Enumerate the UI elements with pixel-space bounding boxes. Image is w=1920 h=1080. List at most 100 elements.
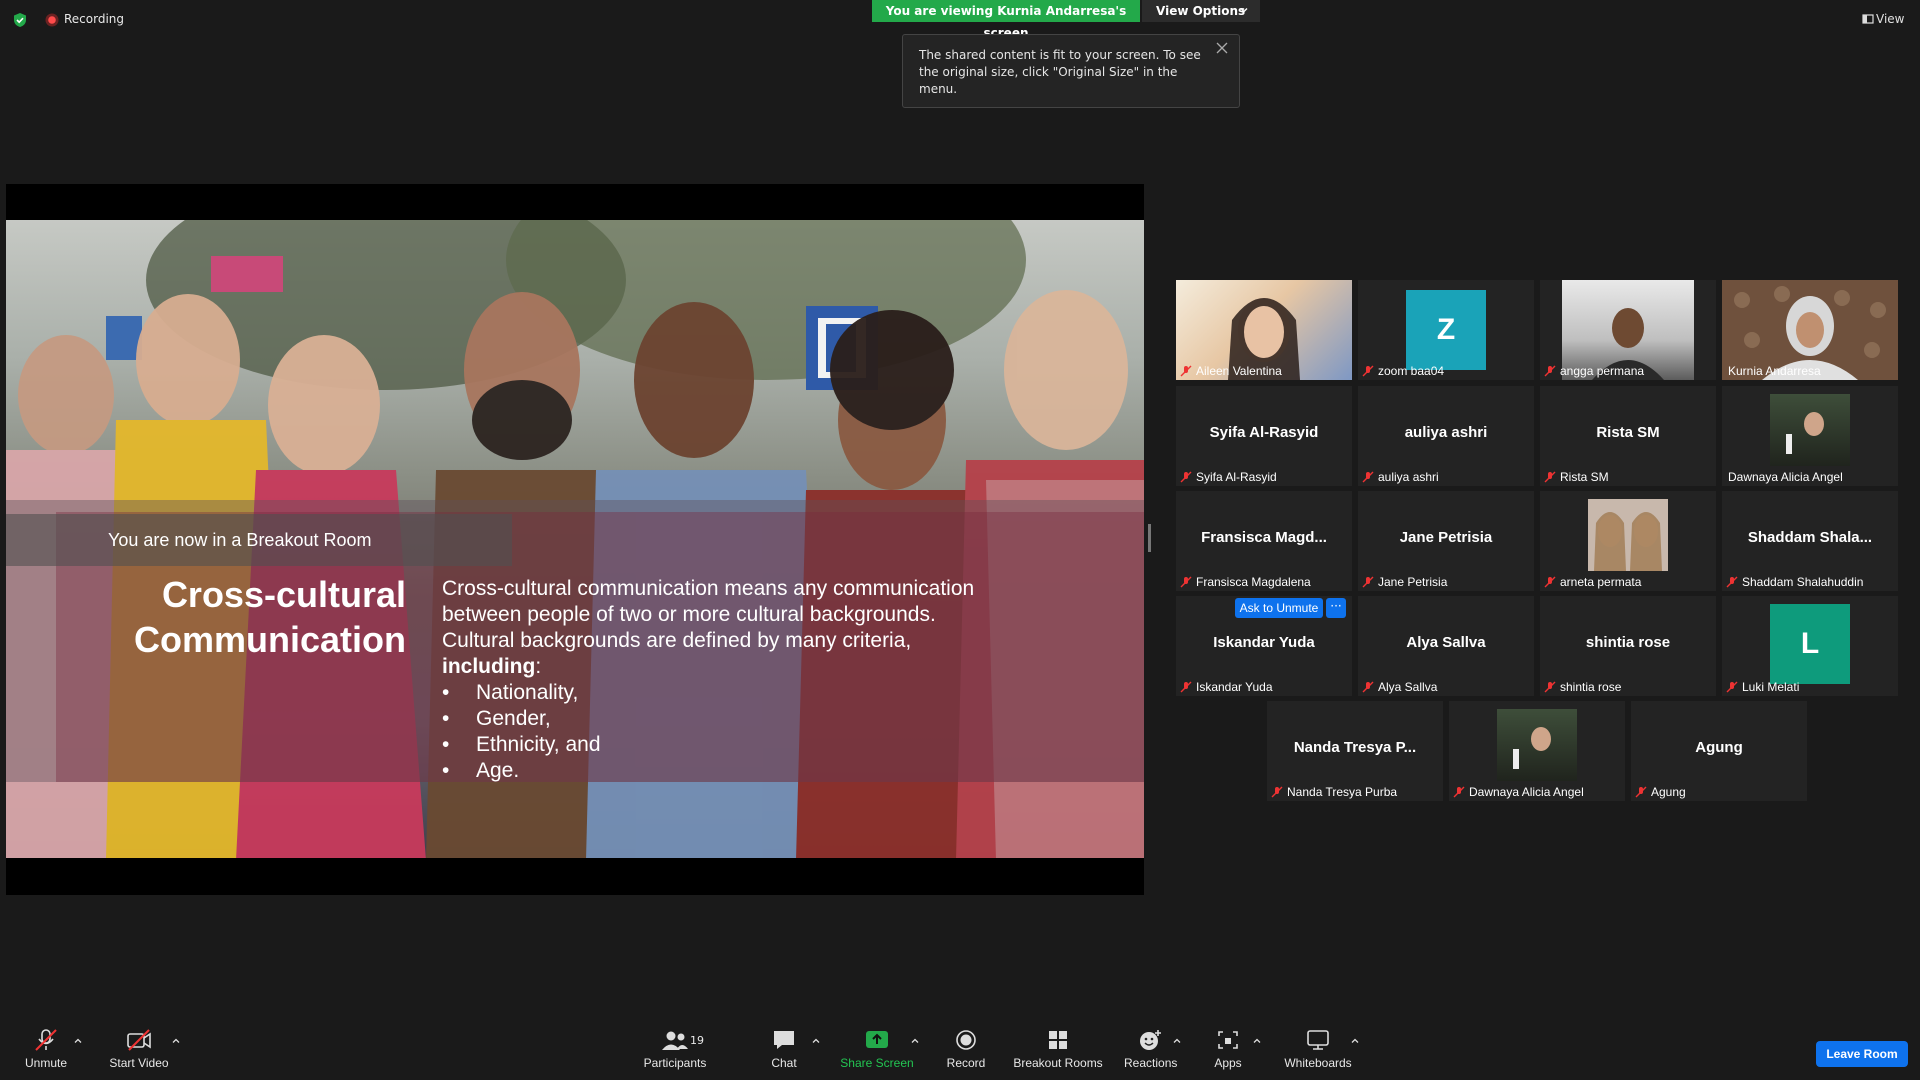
breakout-rooms-button[interactable]: Breakout Rooms — [1012, 1028, 1104, 1070]
participant-tile[interactable]: angga permana — [1540, 280, 1716, 380]
participant-tile-active-speaker[interactable]: Kurnia Andarresa — [1722, 280, 1898, 380]
whiteboards-label: Whiteboards — [1284, 1056, 1352, 1070]
tooltip-text: The shared content is fit to your screen… — [919, 48, 1201, 96]
reactions-label: Reactions — [1124, 1056, 1178, 1070]
share-screen-icon — [866, 1031, 888, 1048]
view-label: View — [1876, 12, 1905, 26]
record-button[interactable]: Record — [942, 1028, 990, 1070]
participants-label: Participants — [643, 1056, 707, 1070]
participant-display-name: Agung — [1695, 739, 1743, 756]
fit-screen-tooltip: The shared content is fit to your screen… — [902, 34, 1240, 108]
participant-display-name: auliya ashri — [1404, 424, 1488, 441]
participant-tile[interactable]: Agung Agung — [1631, 701, 1807, 801]
participant-name: Rista SM — [1560, 470, 1609, 484]
participant-tile[interactable]: Syifa Al-Rasyid Syifa Al-Rasyid — [1176, 386, 1352, 486]
participant-video — [1588, 499, 1668, 571]
start-video-button[interactable]: Start Video — [106, 1028, 172, 1070]
participant-tile[interactable]: arneta permata — [1540, 491, 1716, 591]
participant-name: Luki Melati — [1742, 680, 1800, 694]
participant-video — [1497, 709, 1577, 781]
slide-body-line: between people of two or more cultural b… — [442, 603, 936, 626]
chat-button[interactable]: Chat — [764, 1028, 804, 1070]
muted-mic-icon — [1362, 365, 1374, 377]
muted-mic-icon — [1726, 576, 1738, 588]
apps-label: Apps — [1214, 1056, 1242, 1070]
chevron-up-icon[interactable] — [1350, 1036, 1360, 1046]
muted-mic-icon — [1180, 681, 1192, 693]
viewing-screen-banner: You are viewing Kurnia Andarresa's scree… — [872, 0, 1140, 40]
participant-display-name: Syifa Al-Rasyid — [1209, 424, 1319, 441]
participant-name: Agung — [1651, 785, 1686, 799]
participant-tile[interactable]: Fransisca Magd... Fransisca Magdalena — [1176, 491, 1352, 591]
slide-body-line: Cultural backgrounds are defined by many… — [442, 629, 912, 652]
chevron-up-icon[interactable] — [1252, 1036, 1262, 1046]
unmute-button[interactable]: Unmute — [20, 1028, 72, 1070]
participant-tile[interactable]: Dawnaya Alicia Angel — [1722, 386, 1898, 486]
recording-label[interactable]: Recording — [64, 12, 124, 26]
participant-display-name: shintia rose — [1585, 634, 1671, 651]
muted-mic-icon — [1726, 681, 1738, 693]
participant-tile[interactable]: Rista SM Rista SM — [1540, 386, 1716, 486]
participant-tile[interactable]: Jane Petrisia Jane Petrisia — [1358, 491, 1534, 591]
breakout-rooms-icon — [1049, 1031, 1067, 1049]
view-button[interactable]: View — [1860, 12, 1904, 26]
participant-tile[interactable]: auliya ashri auliya ashri — [1358, 386, 1534, 486]
participant-name: arneta permata — [1560, 575, 1642, 589]
chevron-up-icon[interactable] — [171, 1036, 181, 1046]
whiteboard-icon — [1307, 1030, 1329, 1050]
participant-name: auliya ashri — [1378, 470, 1439, 484]
slide-bullet: Age. — [442, 758, 1122, 784]
participant-display-name: Nanda Tresya P... — [1293, 739, 1417, 756]
ask-to-unmute-button[interactable]: Ask to Unmute — [1235, 598, 1323, 618]
participant-count-badge: 19 — [690, 1034, 704, 1047]
participant-display-name: Shaddam Shala... — [1747, 529, 1873, 546]
slide-bullet: Gender, — [442, 706, 1122, 732]
participant-video — [1770, 394, 1850, 466]
slide-bullet-list: Nationality, Gender, Ethnicity, and Age. — [442, 680, 1122, 784]
split-view-handle[interactable] — [1148, 524, 1151, 552]
participant-display-name: Jane Petrisia — [1399, 529, 1493, 546]
apps-button[interactable]: Apps — [1208, 1028, 1248, 1070]
participant-tile[interactable]: Alya Sallva Alya Sallva — [1358, 596, 1534, 696]
slide-title: Cross-cultural Communication — [46, 572, 406, 662]
participant-tile[interactable]: Dawnaya Alicia Angel — [1449, 701, 1625, 801]
participant-display-name: Iskandar Yuda — [1213, 634, 1315, 651]
participant-name: Shaddam Shalahuddin — [1742, 575, 1864, 589]
slide-title-line: Communication — [133, 619, 406, 660]
participant-name: Kurnia Andarresa — [1728, 364, 1821, 378]
chevron-up-icon[interactable] — [811, 1036, 821, 1046]
participant-tile[interactable]: Aileen Valentina — [1176, 280, 1352, 380]
leave-room-button[interactable]: Leave Room — [1816, 1041, 1908, 1067]
participant-tile[interactable]: Z zoom baa04 — [1358, 280, 1534, 380]
shared-screen: You are now in a Breakout Room Cross-cul… — [6, 184, 1144, 895]
breakout-rooms-label: Breakout Rooms — [1013, 1056, 1103, 1070]
participant-tile[interactable]: Nanda Tresya P... Nanda Tresya Purba — [1267, 701, 1443, 801]
unmute-label: Unmute — [24, 1056, 68, 1070]
muted-mic-icon — [1362, 681, 1374, 693]
chevron-up-icon[interactable] — [1172, 1036, 1182, 1046]
muted-mic-icon — [1362, 576, 1374, 588]
muted-mic-icon — [1544, 365, 1556, 377]
participant-name: shintia rose — [1560, 680, 1622, 694]
chevron-up-icon[interactable] — [73, 1036, 83, 1046]
close-icon[interactable] — [1214, 40, 1230, 56]
participant-tile[interactable]: Shaddam Shala... Shaddam Shalahuddin — [1722, 491, 1898, 591]
share-screen-label: Share Screen — [840, 1056, 914, 1070]
chevron-up-icon[interactable] — [910, 1036, 920, 1046]
chevron-down-icon[interactable] — [1238, 4, 1250, 16]
whiteboards-button[interactable]: Whiteboards — [1282, 1028, 1354, 1070]
reactions-button[interactable]: Reactions — [1124, 1028, 1178, 1070]
participant-display-name: Alya Sallva — [1406, 634, 1486, 651]
view-options-label: View Options — [1156, 4, 1246, 18]
share-screen-button[interactable]: Share Screen — [838, 1028, 916, 1070]
more-options-button[interactable]: ··· — [1326, 598, 1346, 618]
start-video-label: Start Video — [109, 1056, 169, 1070]
muted-mic-icon — [1180, 471, 1192, 483]
participant-tile[interactable]: shintia rose shintia rose — [1540, 596, 1716, 696]
slide-body: Cross-cultural communication means any c… — [442, 576, 1122, 784]
participant-name: Jane Petrisia — [1378, 575, 1448, 589]
participant-display-name: Fransisca Magd... — [1201, 529, 1327, 546]
muted-mic-icon — [35, 1029, 57, 1051]
participant-tile[interactable]: L Luki Melati — [1722, 596, 1898, 696]
security-shield-icon[interactable] — [12, 12, 28, 28]
